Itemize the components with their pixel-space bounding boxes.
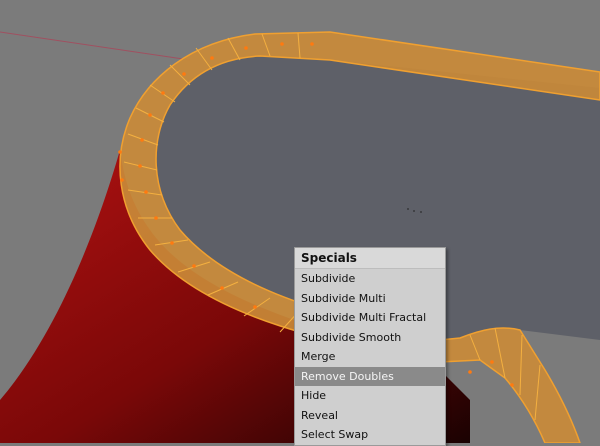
menu-item-select-swap[interactable]: Select Swap [295, 425, 445, 445]
menu-item-subdivide-multi-fractal[interactable]: Subdivide Multi Fractal [295, 308, 445, 328]
menu-item-remove-doubles[interactable]: Remove Doubles [295, 366, 445, 386]
menu-item-subdivide-multi[interactable]: Subdivide Multi [295, 289, 445, 309]
specials-menu-title: Specials [295, 248, 445, 269]
menu-item-merge[interactable]: Merge [295, 347, 445, 367]
menu-item-subdivide-smooth[interactable]: Subdivide Smooth [295, 328, 445, 348]
specials-menu: Specials Subdivide Subdivide Multi Subdi… [294, 247, 446, 446]
menu-item-reveal[interactable]: Reveal [295, 406, 445, 426]
x-axis-line [0, 31, 191, 61]
menu-item-hide[interactable]: Hide [295, 386, 445, 406]
menu-item-subdivide[interactable]: Subdivide [295, 269, 445, 289]
